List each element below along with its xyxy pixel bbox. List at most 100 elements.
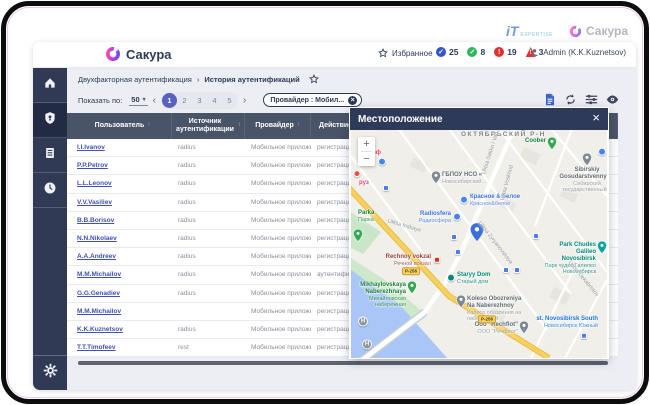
poi-dot xyxy=(354,170,361,177)
badge-count: 8 xyxy=(480,47,485,57)
close-icon[interactable]: × xyxy=(592,110,600,125)
poi-dot xyxy=(598,148,606,156)
user-link[interactable]: L.L.Leonov xyxy=(77,180,112,187)
zoom-in-button[interactable]: + xyxy=(358,137,375,151)
poi-label: RadiosferaРадиосфера xyxy=(419,211,451,224)
sidebar-item-home[interactable] xyxy=(33,68,67,103)
user-link[interactable]: K.K.Kuznetsov xyxy=(77,326,123,333)
eye-icon[interactable] xyxy=(606,93,619,106)
cell-source: radius xyxy=(172,212,245,229)
column-header-1[interactable]: Пользователь↑ xyxy=(67,113,172,139)
filter-chip[interactable]: Провайдер : Мобил... × xyxy=(263,93,362,107)
page-size-select[interactable]: 50▾ xyxy=(129,95,147,106)
check-circle-blue-badge-icon: ✓ xyxy=(436,47,446,57)
poi-label: ParkaПарка xyxy=(358,210,374,223)
sakura-swirl-icon xyxy=(105,46,121,62)
poi-label-main: Radiosfera xyxy=(419,211,451,218)
top-brand-area: iTEXPERTISE Сакура xyxy=(506,20,628,42)
poi-dot xyxy=(460,196,468,204)
check-circle-blue-badge[interactable]: ✓25 xyxy=(436,47,458,57)
poi-label-main: Park Chudes Galileo Novosibirsk xyxy=(541,242,596,263)
breadcrumb-link-2fa[interactable]: Двухфакторная аутентификация xyxy=(78,75,192,84)
app-window: Сакура Избранное ✓25✓8!19!3 Admin (K.K.K… xyxy=(33,42,636,390)
error-circle-red-badge[interactable]: !19 xyxy=(494,47,516,57)
remove-filter-icon[interactable]: × xyxy=(348,96,357,105)
filter-sliders-icon[interactable] xyxy=(585,93,598,106)
user-link[interactable]: A.A.Andreev xyxy=(77,253,116,260)
cell-user: L.L.Leonov xyxy=(67,175,172,192)
cell-user: K.K.Kuznetsov xyxy=(67,321,172,338)
poi-dot xyxy=(378,158,386,166)
sidebar-item-clock[interactable] xyxy=(33,173,67,208)
horizontal-scrollbar[interactable] xyxy=(78,361,608,365)
gray-pin-icon xyxy=(583,153,592,166)
poi-label: Rechnoy vokzalРечной вокзал xyxy=(386,254,431,267)
hotel-icon: H xyxy=(362,340,372,350)
cell-source: radius xyxy=(172,230,245,247)
poi-label: Ooo "Rechflot"ООО "Речфлот" xyxy=(475,322,518,335)
user-link[interactable]: I.I.Ivanov xyxy=(77,144,105,151)
poi-label-main: Красное & белое xyxy=(470,194,520,201)
breadcrumb-link-history[interactable]: История аутентификаций xyxy=(204,75,299,84)
poi-label: Coober xyxy=(525,138,546,145)
user-link[interactable]: M.M.Michailov xyxy=(77,271,121,278)
user-menu[interactable]: Admin (K.K.Kuznetsov) xyxy=(530,48,626,57)
favorite-star-icon[interactable] xyxy=(309,74,319,84)
station-square xyxy=(434,257,440,263)
filter-chip-label: Провайдер : Мобил... xyxy=(270,97,344,104)
export-file-icon[interactable] xyxy=(544,93,556,106)
cell-provider: Мобильное приложен... xyxy=(245,303,311,320)
page-button-1[interactable]: 1 xyxy=(162,93,177,108)
user-link[interactable]: P.P.Petrov xyxy=(77,162,108,169)
cell-provider: Мобильное приложен... xyxy=(245,212,311,229)
check-circle-green-badge[interactable]: ✓8 xyxy=(467,47,485,57)
column-header-2[interactable]: Источник аутентификации↑ xyxy=(172,113,245,139)
sidebar-item-shield[interactable] xyxy=(33,103,67,138)
cell-provider: Мобильное приложен... xyxy=(245,194,311,211)
page-button-2[interactable]: 2 xyxy=(177,93,192,108)
bus-stop-icon xyxy=(455,249,461,255)
blue-circle-icon xyxy=(453,213,461,221)
poi-label-sub: Речной вокзал xyxy=(386,261,431,267)
train-station-square xyxy=(581,333,587,339)
cell-user: M.M.Michailov xyxy=(67,303,172,320)
poi-label-sub: Новосибирский... xyxy=(442,179,490,185)
poi-label: руз xyxy=(359,180,369,187)
cell-source: radius xyxy=(172,248,245,265)
sidebar-item-document[interactable] xyxy=(33,138,67,173)
poi-label-main: Koleso Obozreniya Na Naberezhnoy xyxy=(467,296,529,310)
user-link[interactable]: V.V.Vasiliev xyxy=(77,199,112,206)
poi-label-sub: Красное&белое xyxy=(470,201,520,207)
next-page-button[interactable]: › xyxy=(243,95,246,106)
map-canvas[interactable]: + − ОКТЯБРЬСКИЙ Р-Н Cooberяжи.рфрузSibir… xyxy=(351,130,607,358)
user-link[interactable]: N.N.Nikolaev xyxy=(77,235,117,242)
poi-label: Koleso Obozreniya Na NaberezhnoyКолесо о… xyxy=(467,296,529,322)
user-link[interactable]: G.G.Genadiev xyxy=(77,290,120,297)
user-link[interactable]: B.B.Borisov xyxy=(77,217,114,224)
poi-label: Staryy DomСтарый дом xyxy=(457,272,490,285)
blue-circle-icon xyxy=(460,196,468,204)
column-header-3[interactable]: Провайдер↑ xyxy=(245,113,311,139)
page-button-3[interactable]: 3 xyxy=(192,93,207,108)
cell-user: T.T.Timofeev xyxy=(67,339,172,356)
cell-provider: Мобильное приложен... xyxy=(245,157,311,174)
zoom-out-button[interactable]: − xyxy=(358,152,375,166)
favorites-button[interactable]: Избранное xyxy=(378,48,433,58)
cell-user: N.N.Nikolaev xyxy=(67,230,172,247)
sort-arrow-icon: ↑ xyxy=(297,122,300,129)
user-link[interactable]: M.M.Michailov xyxy=(77,308,121,315)
prev-page-button[interactable]: ‹ xyxy=(153,95,156,106)
badge-count: 25 xyxy=(449,47,458,57)
teal-pin-icon xyxy=(598,241,607,254)
sakura-brand-logo: Сакура xyxy=(569,24,628,38)
app-header: Сакура Избранное ✓25✓8!19!3 Admin (K.K.K… xyxy=(33,42,636,68)
page-button-5[interactable]: 5 xyxy=(222,93,237,108)
user-icon xyxy=(530,48,539,57)
page-button-4[interactable]: 4 xyxy=(207,93,222,108)
cell-source: radius xyxy=(172,175,245,192)
sakura-brand-text: Сакура xyxy=(586,24,628,38)
sidebar-item-settings[interactable] xyxy=(33,355,67,390)
cell-source: radius xyxy=(172,157,245,174)
user-link[interactable]: T.T.Timofeev xyxy=(77,344,116,351)
refresh-icon[interactable] xyxy=(564,93,577,106)
